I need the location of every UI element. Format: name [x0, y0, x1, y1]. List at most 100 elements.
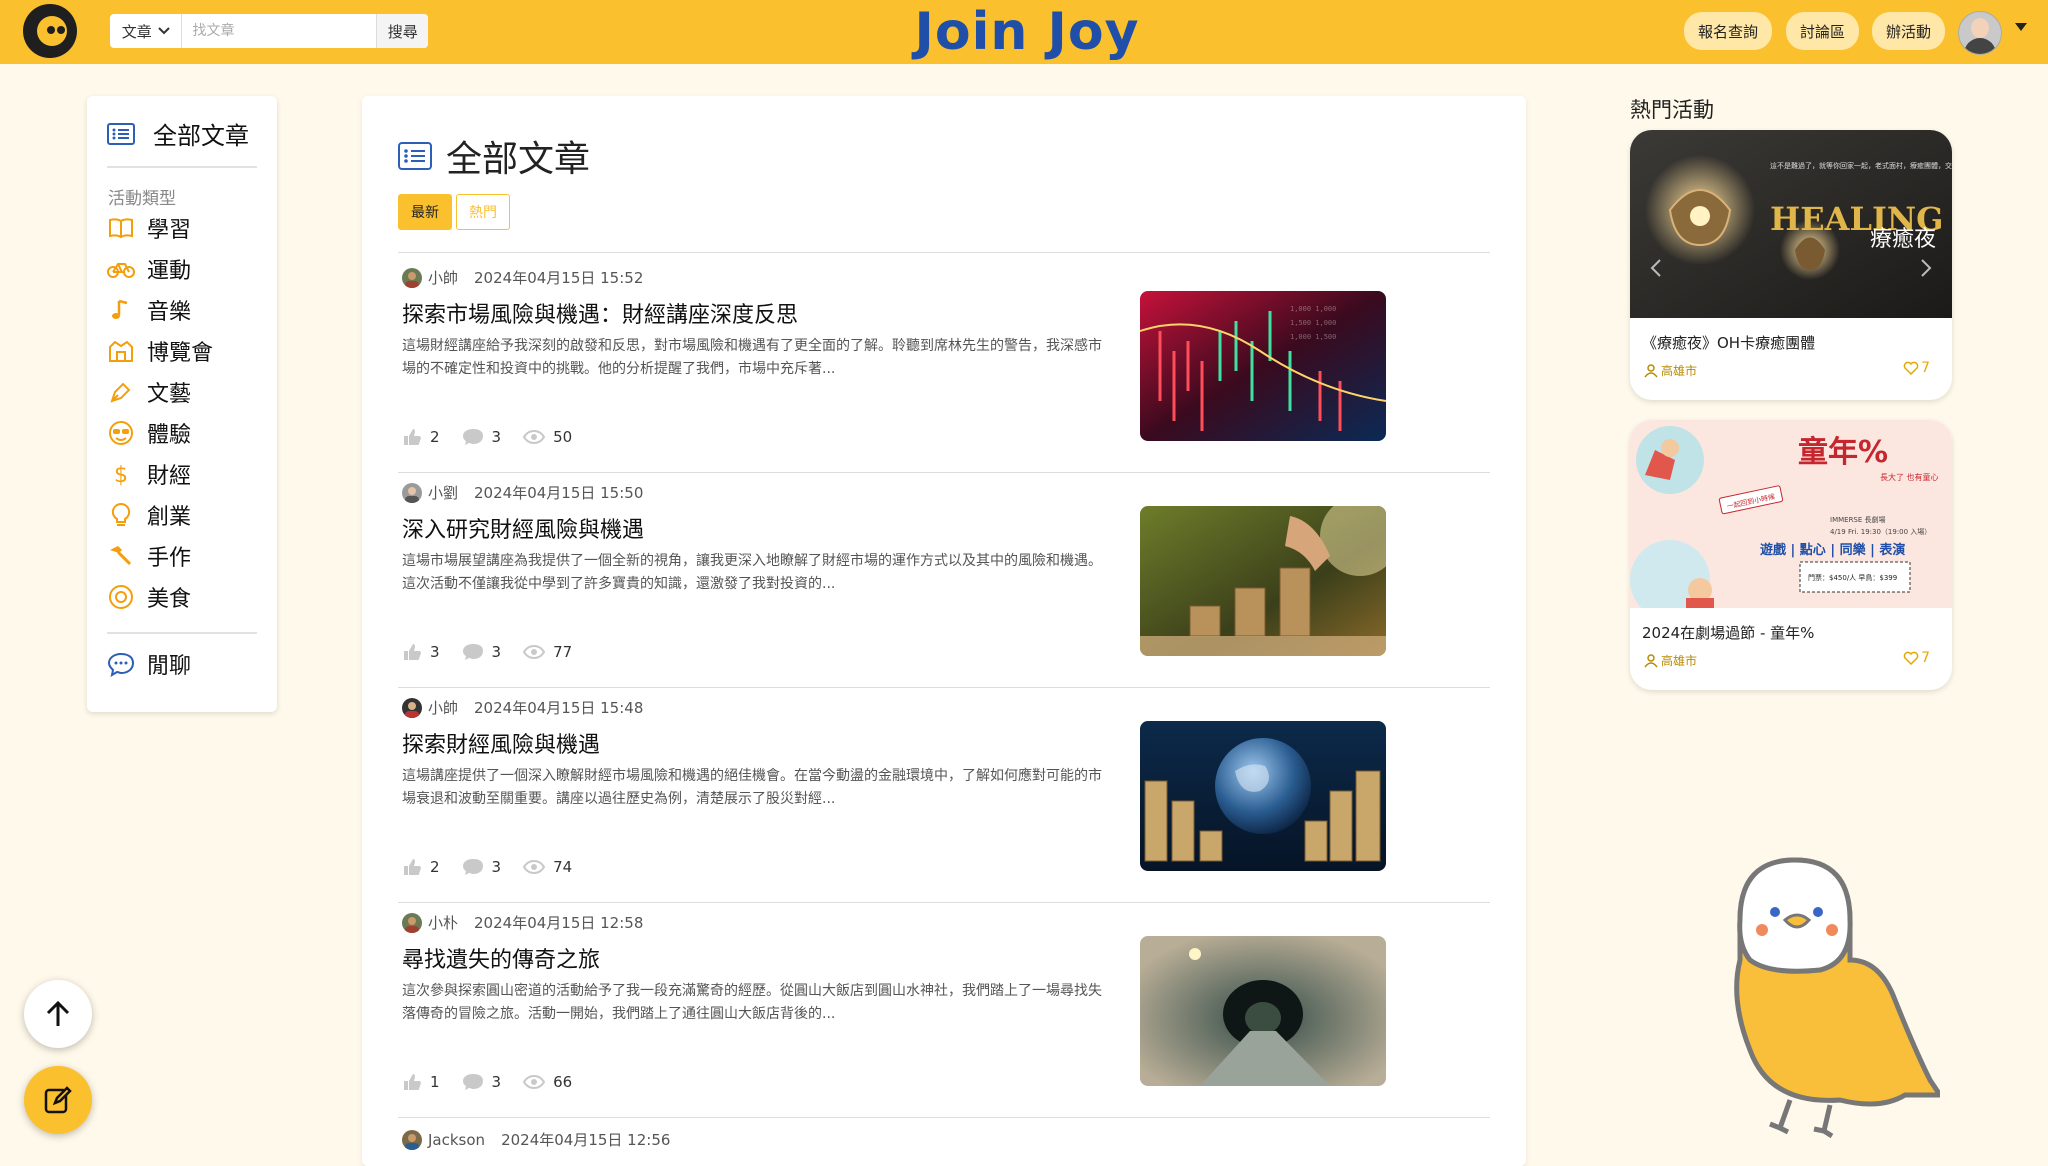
- favorite-button[interactable]: 7: [1903, 360, 1930, 376]
- search-input[interactable]: [182, 14, 377, 48]
- favorite-count: 7: [1921, 650, 1930, 666]
- view-stat: 74: [523, 858, 572, 876]
- tunnel-image[interactable]: [1140, 936, 1386, 1086]
- author-avatar[interactable]: [402, 267, 422, 288]
- event-banner-image[interactable]: 童年% 長大了 也有童心 一起回到小時候 IMMERSE 長劇場 4/19 Fr…: [1630, 420, 1952, 620]
- comment-icon: [462, 644, 483, 660]
- author-avatar[interactable]: [402, 697, 422, 718]
- top-bar: 文章 搜尋 Join Joy 報名查詢 討論區 辦活動: [0, 0, 2048, 64]
- sidebar-title: 全部文章: [153, 122, 249, 150]
- tab-latest[interactable]: 最新: [398, 194, 452, 230]
- stock-chart-image[interactable]: 1,000 1,000 1,500 1,000 1,000 1,500: [1140, 291, 1386, 441]
- scroll-to-top-button[interactable]: [24, 980, 92, 1048]
- tab-popular[interactable]: 熱門: [456, 194, 510, 230]
- category-item-experience[interactable]: 體驗: [107, 417, 191, 449]
- like-stat[interactable]: 2: [402, 857, 440, 877]
- author-avatar[interactable]: [402, 482, 422, 503]
- event-location-text: 高雄市: [1661, 364, 1698, 378]
- article-item[interactable]: Jackson 2024年04月15日 12:56: [398, 1113, 1490, 1153]
- caret-down-icon[interactable]: [2014, 22, 2028, 32]
- author-name[interactable]: 小帥: [428, 267, 458, 288]
- category-item-expo[interactable]: 博覽會: [107, 335, 213, 367]
- event-card[interactable]: 這不是難過了，就等你回家一起，老式面村，療癒團體，交換世 HEALING NIG…: [1630, 130, 1952, 400]
- author-name[interactable]: 小帥: [428, 697, 458, 718]
- category-item-startup[interactable]: 創業: [107, 499, 191, 531]
- event-title[interactable]: 《療癒夜》OH卡療癒團體: [1642, 332, 1815, 353]
- article-title[interactable]: 探索市場風險與機遇：財經講座深度反思: [402, 297, 798, 329]
- article-title[interactable]: 深入研究財經風險與機遇: [402, 512, 644, 544]
- write-post-button[interactable]: [24, 1066, 92, 1134]
- category-item-arts[interactable]: 文藝: [107, 376, 191, 408]
- article-meta: 小帥 2024年04月15日 15:48: [402, 697, 643, 718]
- search-button[interactable]: 搜尋: [376, 14, 428, 48]
- brand-logo-text[interactable]: Join Joy: [912, 0, 1142, 64]
- svg-text:1,500 1,000: 1,500 1,000: [1290, 319, 1336, 327]
- comment-stat[interactable]: 3: [462, 1072, 502, 1092]
- like-stat[interactable]: 2: [402, 427, 440, 447]
- category-item-handcraft[interactable]: 手作: [107, 540, 191, 572]
- host-event-button[interactable]: 辦活動: [1872, 12, 1946, 50]
- article-item[interactable]: 小帥 2024年04月15日 15:48 探索財經風險與機遇 這場講座提供了一個…: [398, 683, 1490, 897]
- comment-stat[interactable]: 3: [462, 857, 501, 877]
- like-stat[interactable]: 1: [402, 1072, 440, 1092]
- building-icon: [107, 337, 135, 365]
- category-item-chat[interactable]: 閒聊: [107, 648, 191, 680]
- event-location: 高雄市: [1644, 652, 1697, 669]
- article-item[interactable]: 小帥 2024年04月15日 15:52 探索市場風險與機遇：財經講座深度反思 …: [398, 253, 1490, 467]
- author-name[interactable]: Jackson: [428, 1131, 485, 1149]
- arrow-up-icon: [46, 1000, 70, 1026]
- search-bar: 文章 搜尋: [110, 14, 428, 48]
- category-label: 學習: [147, 218, 192, 243]
- user-avatar[interactable]: [1958, 11, 2002, 55]
- view-count: 77: [553, 643, 573, 661]
- eye-icon: [523, 645, 546, 659]
- bird-mascot-illustration: [1734, 857, 1940, 1139]
- list-icon: [398, 142, 432, 170]
- author-avatar[interactable]: [402, 912, 422, 933]
- event-banner-image[interactable]: 這不是難過了，就等你回家一起，老式面村，療癒團體，交換世 HEALING NIG…: [1630, 130, 1952, 318]
- article-stats: 3 3 77: [402, 642, 594, 662]
- author-avatar[interactable]: [402, 1129, 422, 1150]
- like-count: 2: [430, 858, 440, 876]
- category-item-music[interactable]: 音樂: [107, 294, 191, 326]
- event-banner-line: 遊戲 | 點心 | 同樂 | 表演: [1760, 542, 1905, 558]
- avatar-body: [1964, 38, 1996, 54]
- author-name[interactable]: 小朴: [428, 912, 458, 933]
- category-item-finance[interactable]: $ 財經: [107, 458, 191, 490]
- search-category-select[interactable]: 文章: [110, 14, 183, 48]
- logo-eye: [57, 26, 65, 34]
- divider: [107, 166, 257, 168]
- favorite-button[interactable]: 7: [1903, 650, 1930, 666]
- event-banner-caption: 這不是難過了，就等你回家一起，老式面村，療癒團體，交換世: [1770, 161, 1952, 170]
- person-icon: [1644, 363, 1658, 377]
- food-icon: [107, 583, 135, 611]
- chat-bubble-icon: [107, 650, 135, 678]
- registration-lookup-button[interactable]: 報名查詢: [1684, 12, 1773, 50]
- sidebar-header[interactable]: 全部文章: [107, 116, 249, 151]
- category-item-sports[interactable]: 運動: [107, 253, 191, 285]
- music-note-icon: [107, 296, 135, 324]
- globe-coins-image[interactable]: [1140, 721, 1386, 871]
- like-count: 1: [430, 1073, 440, 1091]
- article-meta: 小劉 2024年04月15日 15:50: [402, 482, 643, 503]
- post-date: 2024年04月15日 12:56: [501, 1131, 671, 1149]
- comment-count: 3: [491, 1073, 502, 1091]
- coin-stacks-image[interactable]: [1140, 506, 1386, 656]
- article-title[interactable]: 探索財經風險與機遇: [402, 727, 600, 759]
- section-label: 活動類型: [108, 189, 176, 209]
- category-item-learning[interactable]: 學習: [107, 212, 191, 244]
- article-item[interactable]: 小朴 2024年04月15日 12:58 尋找遺失的傳奇之旅 這次參與探索圓山密…: [398, 898, 1490, 1112]
- author-name[interactable]: 小劉: [428, 482, 458, 503]
- comment-stat[interactable]: 3: [462, 427, 501, 447]
- person-icon: [1644, 653, 1658, 667]
- book-icon: [107, 214, 135, 242]
- like-stat[interactable]: 3: [402, 642, 440, 662]
- article-item[interactable]: 小劉 2024年04月15日 15:50 深入研究財經風險與機遇 這場市場展望講…: [398, 468, 1490, 682]
- logo[interactable]: [23, 4, 77, 58]
- event-title[interactable]: 2024在劇場過節 - 童年%: [1642, 622, 1814, 643]
- comment-stat[interactable]: 3: [462, 642, 501, 662]
- event-card[interactable]: 童年% 長大了 也有童心 一起回到小時候 IMMERSE 長劇場 4/19 Fr…: [1630, 420, 1952, 690]
- forum-button[interactable]: 討論區: [1786, 12, 1860, 50]
- category-item-food[interactable]: 美食: [107, 581, 191, 613]
- article-title[interactable]: 尋找遺失的傳奇之旅: [402, 942, 600, 974]
